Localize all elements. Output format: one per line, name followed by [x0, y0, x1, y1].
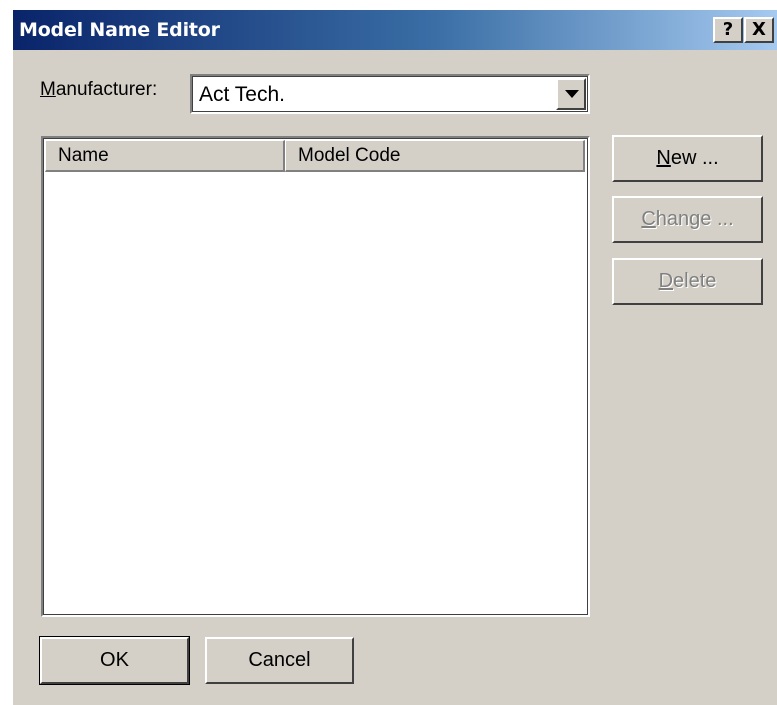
chevron-down-icon — [565, 90, 579, 98]
manufacturer-selected-value: Act Tech. — [199, 83, 285, 106]
ok-button[interactable]: OK — [39, 636, 190, 685]
column-header-model-code[interactable]: Model Code — [285, 140, 585, 172]
close-button[interactable]: X — [744, 17, 774, 43]
model-name-editor-dialog: Model Name Editor ? X Manufacturer: Act … — [11, 8, 777, 705]
change-button-rest: hange ... — [655, 208, 734, 230]
new-button-mnemonic: N — [656, 147, 671, 169]
new-button-rest: ew ... — [670, 147, 719, 169]
manufacturer-dropdown[interactable]: Act Tech. — [190, 74, 590, 114]
list-header: Name Model Code — [45, 140, 585, 172]
manufacturer-label-rest: anufacturer: — [55, 79, 158, 100]
title-bar[interactable]: Model Name Editor ? X — [13, 10, 777, 50]
manufacturer-label-mnemonic: M — [40, 79, 56, 100]
change-button-mnemonic: C — [641, 208, 656, 230]
change-button[interactable]: Change ... — [612, 196, 763, 243]
manufacturer-label: Manufacturer: — [40, 79, 157, 101]
cancel-button[interactable]: Cancel — [205, 637, 354, 684]
window-title: Model Name Editor — [19, 19, 220, 41]
column-header-name[interactable]: Name — [45, 140, 285, 172]
delete-button-rest: elete — [673, 270, 717, 292]
models-list[interactable]: Name Model Code — [41, 136, 590, 617]
dropdown-arrow-button[interactable] — [556, 78, 586, 110]
delete-button[interactable]: Delete — [612, 258, 763, 305]
new-button[interactable]: New ... — [612, 135, 763, 182]
delete-button-mnemonic: D — [658, 270, 674, 292]
help-button[interactable]: ? — [713, 17, 743, 43]
